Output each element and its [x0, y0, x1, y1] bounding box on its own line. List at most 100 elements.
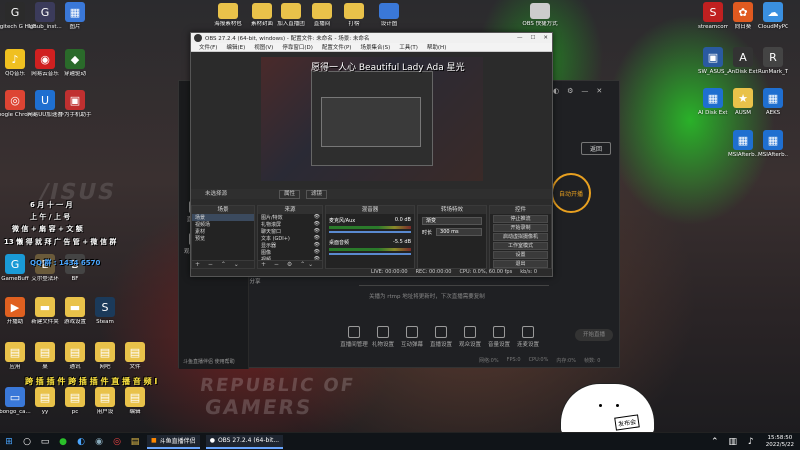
douyu-tool[interactable]: 直播间管理	[339, 326, 369, 348]
desktop-icon[interactable]: ▤ 编辑	[106, 387, 164, 416]
visibility-eye-icon[interactable]: 👁	[314, 235, 320, 241]
menu-item[interactable]: 编辑(E)	[226, 43, 245, 51]
menu-item[interactable]: 场景集合(S)	[360, 43, 390, 51]
visibility-eye-icon[interactable]: 👁	[314, 214, 320, 220]
tool-label: 分享	[249, 279, 261, 285]
sources-toolbar[interactable]: + − ⚙ ⌃⌄	[258, 260, 322, 268]
scene-item[interactable]: 预览	[192, 235, 254, 242]
menu-item[interactable]: 工具(T)	[399, 43, 418, 51]
minimize-icon[interactable]: —	[517, 35, 523, 41]
desktop-icon[interactable]: Sstreamcom... - 快捷方式	[698, 2, 728, 31]
control-button[interactable]: 停止推流	[493, 215, 548, 223]
volume-icon[interactable]: ♪	[744, 436, 758, 448]
app-icon: R	[763, 47, 783, 67]
desktop-icon[interactable]: ▦ AEKS	[758, 88, 788, 117]
maximize-icon[interactable]: ☐	[530, 35, 535, 41]
desktop-icon[interactable]: ✿ 向日葵	[728, 2, 758, 31]
desktop-icon[interactable]: 设计图	[367, 3, 411, 28]
tray-chevron-icon[interactable]: ⌃	[708, 436, 722, 448]
start-broadcast-button[interactable]: 开始直播	[575, 329, 613, 341]
wechat-icon[interactable]: ●	[56, 436, 70, 448]
scene-item[interactable]: 视频场	[192, 221, 254, 228]
desktop-icon[interactable]: S Steam	[76, 297, 134, 326]
desktop-icon[interactable]: ▤ 文件	[106, 342, 164, 371]
track-name: 麦克风/Aux	[329, 218, 356, 224]
volume-slider[interactable]	[329, 253, 411, 255]
visibility-eye-icon[interactable]: 👁	[314, 221, 320, 227]
close-icon[interactable]: ✕	[596, 87, 602, 95]
duration-input[interactable]: 300 ms	[436, 228, 482, 236]
properties-button[interactable]: 属性	[279, 190, 301, 199]
control-button[interactable]: 启动虚拟摄像机	[493, 233, 548, 241]
source-item[interactable]: 文本 (GDI+) 👁	[258, 235, 322, 242]
source-item[interactable]: 聊天窗口 👁	[258, 228, 322, 235]
menu-item[interactable]: 停靠窗口(D)	[282, 43, 313, 51]
desktop-icon[interactable]: OBS 快捷方式	[518, 3, 562, 28]
desktop-icon[interactable]: ▣ 华为手机助手	[46, 90, 104, 119]
obs-status-item: CPU: 0.0%, 60.00 fps	[459, 269, 513, 275]
volume-slider[interactable]	[329, 231, 411, 233]
qq-icon[interactable]: ◐	[74, 436, 88, 448]
source-item[interactable]: 图片/特效 👁	[258, 214, 322, 221]
control-button[interactable]: 退出	[493, 260, 548, 268]
menu-item[interactable]: 视图(V)	[254, 43, 273, 51]
settings-icon[interactable]: ⚙	[567, 87, 573, 95]
desktop-icon[interactable]: ▦ MSIAfterb...	[728, 130, 758, 159]
desktop-icon[interactable]: ☁ CloudMyPC	[758, 2, 788, 31]
control-button[interactable]: 工作室模式	[493, 242, 548, 250]
douyu-tool[interactable]: 礼物设置	[368, 326, 398, 348]
source-item[interactable]: 图像 👁	[258, 249, 322, 256]
auto-start-circle[interactable]: 自动开播	[551, 173, 591, 213]
app-icon: ✿	[733, 2, 753, 22]
scenes-toolbar[interactable]: + − ⌃ ⌄	[192, 260, 254, 268]
task-view-icon[interactable]: ▭	[38, 436, 52, 448]
filters-button[interactable]: 滤镜	[306, 190, 328, 199]
explorer-icon[interactable]: ▤	[128, 436, 142, 448]
douyu-tool[interactable]: 音量设置	[484, 326, 514, 348]
skin-icon[interactable]: ◐	[553, 87, 559, 95]
control-button[interactable]: 开始录制	[493, 224, 548, 232]
control-button[interactable]: 设置	[493, 251, 548, 259]
douyu-tool[interactable]: 连麦设置	[513, 326, 543, 348]
visibility-eye-icon[interactable]: 👁	[314, 249, 320, 255]
scene-item[interactable]: 场景	[192, 214, 254, 221]
source-item[interactable]: 礼物滚屏 👁	[258, 221, 322, 228]
menu-item[interactable]: 配置文件(P)	[322, 43, 352, 51]
start-icon[interactable]: ⊞	[2, 436, 16, 448]
douyu-return-button[interactable]: 返回	[581, 142, 611, 155]
desktop-icon[interactable]: R RunMark_T...	[758, 47, 788, 76]
visibility-eye-icon[interactable]: 👁	[314, 228, 320, 234]
sources-header: 来源	[258, 206, 322, 214]
desktop-icon[interactable]: ▦ AI Disk Extreme	[698, 88, 728, 117]
transition-select[interactable]: 渐变	[422, 217, 482, 225]
search-icon[interactable]: ○	[20, 436, 34, 448]
tool-icon	[464, 326, 476, 338]
minimize-icon[interactable]: —	[581, 87, 588, 95]
clock[interactable]: 15:58:50 2022/5/22	[766, 435, 794, 449]
desktop-icon[interactable]: ▦ 图片	[46, 2, 104, 31]
obs-preview[interactable]: 愿得一人心 Beautiful Lady Ada 星光	[261, 57, 483, 181]
source-item[interactable]: 显示器 👁	[258, 242, 322, 249]
rtmp-input[interactable]	[359, 277, 549, 286]
track-db: -5.5 dB	[393, 239, 411, 245]
close-icon[interactable]: ✕	[543, 35, 548, 41]
visibility-eye-icon[interactable]: 👁	[314, 242, 320, 248]
desktop-icon[interactable]: ★ AUSM	[728, 88, 758, 117]
douyu-tool[interactable]: 观众设置	[455, 326, 485, 348]
menu-item[interactable]: 帮助(H)	[427, 43, 446, 51]
app-icon: ▦	[703, 88, 723, 108]
douyu-tool[interactable]: 直播设置	[426, 326, 456, 348]
douyu-tool[interactable]: 互动弹幕	[397, 326, 427, 348]
network-icon[interactable]: ▥	[726, 436, 740, 448]
steam-icon[interactable]: ◉	[92, 436, 106, 448]
scene-item[interactable]: 素材	[192, 228, 254, 235]
obs-status-item: LIVE: 00:00:00	[371, 269, 408, 275]
desktop-icon[interactable]: ▣ SW_ASUS_A...	[698, 47, 728, 76]
chrome-icon[interactable]: ◎	[110, 436, 124, 448]
taskbar-app-obs[interactable]: ● OBS 27.2.4 (64-bit...	[205, 434, 284, 449]
desktop-icon[interactable]: ◆ 穿越驱动	[46, 49, 104, 78]
desktop-icon[interactable]: ▦ MSIAfterb...	[758, 130, 788, 159]
menu-item[interactable]: 文件(F)	[199, 43, 217, 51]
desktop-icon[interactable]: A AnDisk Extreme	[728, 47, 758, 76]
taskbar-app-douyu[interactable]: ■ 斗鱼直播伴侣	[147, 434, 200, 449]
